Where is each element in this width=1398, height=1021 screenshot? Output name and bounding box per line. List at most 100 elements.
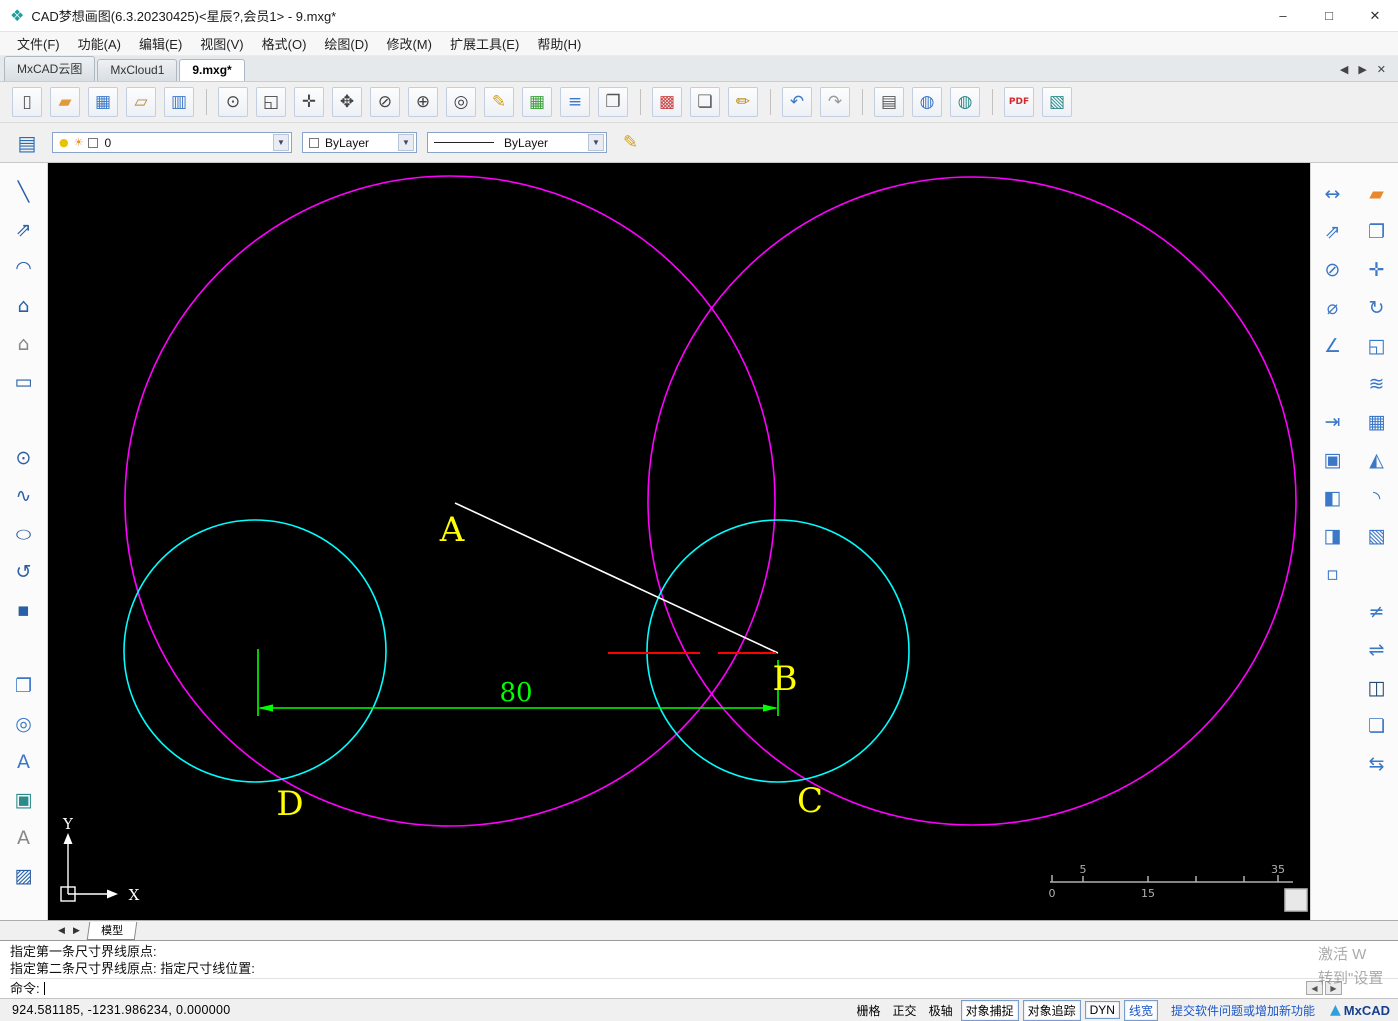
zoom-extents-icon[interactable]: ✛ (294, 87, 324, 117)
break-icon[interactable]: ≠ (1360, 595, 1394, 629)
donut-icon[interactable]: ◎ (7, 707, 41, 741)
model-tab[interactable]: 模型 (86, 921, 138, 940)
minimize-button[interactable]: – (1260, 0, 1306, 31)
tab-scroll-right-icon[interactable]: ▶ (1358, 63, 1366, 76)
menu-item[interactable]: 文件(F) (8, 32, 69, 55)
table-icon[interactable]: ▦ (522, 87, 552, 117)
move-icon[interactable]: ✛ (1360, 253, 1394, 287)
menu-item[interactable]: 视图(V) (191, 32, 252, 55)
dim-continue-icon[interactable]: ⇥ (1316, 405, 1350, 439)
copy-icon[interactable]: ❐ (1360, 215, 1394, 249)
dimension-80[interactable]: 80 (257, 649, 779, 716)
pdf-export-icon[interactable]: PDF (1004, 87, 1034, 117)
array-icon[interactable]: ▦ (1360, 405, 1394, 439)
text-style-icon[interactable]: A (7, 821, 41, 855)
dim-aligned-icon[interactable]: ⇗ (1316, 215, 1350, 249)
trim-icon[interactable]: ▧ (1360, 519, 1394, 553)
menu-item[interactable]: 绘图(D) (315, 32, 377, 55)
dim-radius-icon[interactable]: ⊘ (1316, 253, 1350, 287)
new-file-icon[interactable]: ▯ (12, 87, 42, 117)
save-as-icon[interactable]: ▥ (164, 87, 207, 117)
layer-dropdown-icon[interactable]: ▼ (273, 134, 289, 151)
export-page-icon[interactable]: ❏ (690, 87, 720, 117)
drawing-canvas[interactable]: 80 A B C D Y X 5 35 0 15 (48, 163, 1310, 920)
magenta-circle-right[interactable] (647, 176, 1297, 826)
feedback-link[interactable]: 提交软件问题或增加新功能 (1171, 1002, 1315, 1019)
zoom-previous-icon[interactable]: ⊙ (218, 87, 248, 117)
menu-item[interactable]: 功能(A) (69, 32, 130, 55)
layer-select[interactable]: ● ☀ 0 ▼ (52, 132, 292, 153)
spline-icon[interactable]: ∿ (7, 479, 41, 513)
menu-item[interactable]: 扩展工具(E) (441, 32, 528, 55)
linetype-select[interactable]: ByLayer ▼ (427, 132, 607, 153)
undo-icon[interactable]: ↶ (782, 87, 812, 117)
menu-item[interactable]: 修改(M) (377, 32, 441, 55)
status-toggle[interactable]: 对象追踪 (1022, 999, 1081, 1021)
menu-item[interactable]: 帮助(H) (528, 32, 590, 55)
image-export-icon[interactable]: ▧ (1042, 87, 1072, 117)
scale-icon[interactable]: ◱ (1360, 329, 1394, 363)
zoom-window-icon[interactable]: ◱ (256, 87, 286, 117)
point-icon[interactable]: ▪ (7, 593, 41, 627)
image-insert-icon[interactable]: ▣ (7, 783, 41, 817)
color-dropdown-icon[interactable]: ▼ (398, 134, 414, 151)
copy-layout-icon[interactable]: ❐ (598, 87, 641, 117)
zoom-scale-icon[interactable]: ⊘ (370, 87, 400, 117)
document-tab[interactable]: MxCAD云图 (4, 56, 96, 81)
block-create-icon[interactable]: ▣ (1316, 443, 1350, 477)
block-insert-icon[interactable]: ◧ (1316, 481, 1350, 515)
cyan-circle-left[interactable] (123, 519, 387, 783)
pan-icon[interactable]: ✥ (332, 87, 362, 117)
align-icon[interactable]: ⇆ (1360, 747, 1394, 781)
status-toggle[interactable]: 对象捕捉 (960, 999, 1019, 1021)
white-line-ab[interactable] (454, 502, 779, 654)
status-toggle[interactable]: 极轴 (925, 1001, 957, 1020)
document-tab[interactable]: MxCloud1 (97, 59, 178, 81)
color-select[interactable]: ByLayer ▼ (302, 132, 417, 153)
tab-close-icon[interactable]: ✕ (1377, 63, 1386, 76)
command-scroll-right-icon[interactable]: ▶ (1325, 981, 1342, 995)
zoom-realtime-icon[interactable]: ⊕ (408, 87, 438, 117)
maximize-button[interactable]: □ (1306, 0, 1352, 31)
open-folder-icon[interactable]: ▰ (50, 87, 80, 117)
web-icon[interactable]: ◍ (912, 87, 942, 117)
menu-item[interactable]: 格式(O) (253, 32, 316, 55)
box3d-icon[interactable]: ◫ (1360, 671, 1394, 705)
dim-angular-icon[interactable]: ∠ (1316, 329, 1350, 363)
redo-icon[interactable]: ↷ (820, 87, 863, 117)
stretch-icon[interactable]: ⇌ (1360, 633, 1394, 667)
status-toggle[interactable]: DYN (1084, 1001, 1120, 1019)
circle-icon[interactable]: ⊙ (7, 441, 41, 475)
block-write-icon[interactable]: ◨ (1316, 519, 1350, 553)
magenta-circle-left[interactable] (124, 175, 776, 827)
erase-icon[interactable]: ▰ (1360, 177, 1394, 211)
block-attribute-icon[interactable]: ▫ (1316, 557, 1350, 591)
draw-pencil-icon[interactable]: ✎ (484, 87, 514, 117)
linetype-dropdown-icon[interactable]: ▼ (588, 134, 604, 151)
line-icon[interactable]: ╲ (7, 175, 41, 209)
command-scroll-left-icon[interactable]: ◀ (1306, 981, 1323, 995)
polygon-filled-icon[interactable]: ⌂ (7, 289, 41, 323)
rotate-icon[interactable]: ↻ (1360, 291, 1394, 325)
layout-scroll-left-icon[interactable]: ◀ (54, 925, 69, 936)
fillet-icon[interactable]: ◝ (1360, 481, 1394, 515)
save-icon[interactable]: ▦ (88, 87, 118, 117)
status-toggle[interactable]: 线宽 (1123, 999, 1158, 1021)
offset-icon[interactable]: ≋ (1360, 367, 1394, 401)
dim-linear-icon[interactable]: ↔ (1316, 177, 1350, 211)
mirror-icon[interactable]: ◭ (1360, 443, 1394, 477)
web-publish-icon[interactable]: ◍ (950, 87, 993, 117)
palette-icon[interactable]: ▩ (652, 87, 682, 117)
cyan-circle-right[interactable] (646, 519, 910, 783)
document-tab[interactable]: 9.mxg* (179, 59, 245, 81)
polygon-icon[interactable]: ⌂ (7, 327, 41, 361)
menu-item[interactable]: 编辑(E) (130, 32, 191, 55)
print-icon[interactable]: ▤ (874, 87, 904, 117)
command-area[interactable]: 指定第一条尺寸界线原点: 指定第二条尺寸界线原点: 指定尺寸线位置: 命令: ◀… (0, 940, 1398, 998)
ellipse-icon[interactable]: ○ (7, 517, 41, 551)
tab-scroll-left-icon[interactable]: ◀ (1340, 63, 1348, 76)
sheet-icon[interactable]: ❏ (1360, 709, 1394, 743)
hatch-icon[interactable]: ▨ (7, 859, 41, 893)
mtext-icon[interactable]: ≡ (560, 87, 590, 117)
edit-page-icon[interactable]: ✏ (728, 87, 771, 117)
